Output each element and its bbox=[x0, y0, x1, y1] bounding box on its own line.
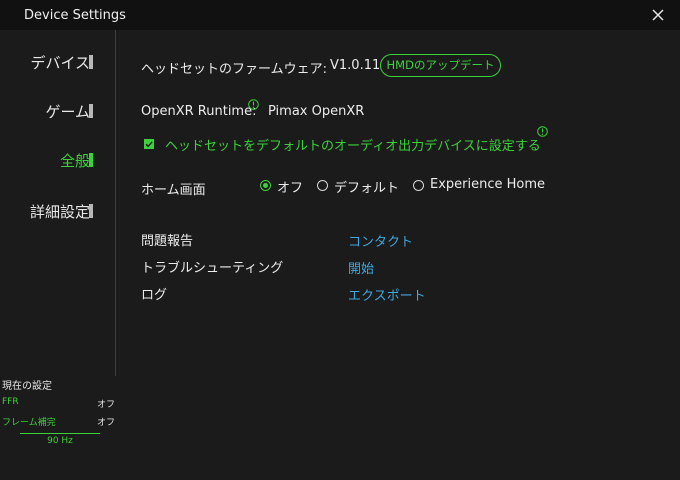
default-audio-checkbox[interactable] bbox=[144, 139, 154, 149]
openxr-value: Pimax OpenXR bbox=[268, 104, 365, 119]
status-row: FFR オフ bbox=[2, 397, 118, 411]
home-screen-label: ホーム画面 bbox=[141, 183, 206, 198]
info-icon[interactable] bbox=[537, 126, 548, 137]
openxr-label: OpenXR Runtime: bbox=[141, 104, 257, 119]
sidebar-item-label: ゲーム bbox=[45, 103, 90, 121]
refresh-rate-divider bbox=[20, 433, 100, 434]
export-link[interactable]: エクスポート bbox=[348, 285, 426, 304]
report-issue-label: 問題報告 bbox=[141, 234, 194, 249]
home-screen-option-experience-home[interactable]: Experience Home bbox=[430, 177, 545, 192]
sidebar-item-label: 全般 bbox=[59, 152, 90, 170]
sidebar-item-general[interactable]: 全般 bbox=[0, 148, 112, 172]
firmware-label: ヘッドセットのファームウェア: bbox=[141, 62, 327, 77]
sidebar-item-device[interactable]: デバイス bbox=[0, 50, 112, 74]
status-key: フレーム補完 bbox=[2, 418, 56, 428]
home-screen-option-off[interactable]: オフ bbox=[277, 177, 303, 196]
sidebar-item-indicator bbox=[89, 104, 93, 118]
sidebar-item-advanced[interactable]: 詳細設定 bbox=[0, 199, 112, 223]
sidebar-item-game[interactable]: ゲーム bbox=[0, 99, 112, 123]
home-screen-option-default[interactable]: デフォルト bbox=[334, 177, 399, 196]
firmware-version: V1.0.11 bbox=[330, 58, 381, 73]
hmd-update-button[interactable]: HMDのアップデート bbox=[380, 54, 501, 77]
refresh-rate: 90 Hz bbox=[47, 436, 73, 446]
close-icon[interactable] bbox=[648, 5, 668, 25]
log-label: ログ bbox=[141, 288, 168, 303]
sidebar-item-label: 詳細設定 bbox=[29, 203, 90, 221]
home-screen-radio-off[interactable] bbox=[260, 180, 271, 191]
default-audio-label[interactable]: ヘッドセットをデフォルトのオーディオ出力デバイスに設定する bbox=[165, 135, 541, 154]
current-settings-panel: 現在の設定 FFR オフ フレーム補完 オフ 90 Hz bbox=[0, 376, 116, 456]
sidebar-item-indicator bbox=[89, 153, 93, 167]
sidebar-item-indicator bbox=[89, 204, 93, 218]
sidebar-item-indicator bbox=[89, 55, 93, 69]
home-screen-radio-experience-home[interactable] bbox=[413, 180, 424, 191]
window-title: Device Settings bbox=[24, 8, 126, 23]
home-screen-radio-default[interactable] bbox=[317, 180, 328, 191]
status-key: FFR bbox=[2, 397, 19, 407]
start-link[interactable]: 開始 bbox=[348, 258, 374, 277]
contact-link[interactable]: コンタクト bbox=[348, 231, 413, 250]
status-value: オフ bbox=[97, 418, 116, 428]
info-icon[interactable] bbox=[248, 99, 259, 110]
title-bar: Device Settings bbox=[0, 0, 680, 30]
status-row: フレーム補完 オフ bbox=[2, 415, 118, 429]
sidebar-item-label: デバイス bbox=[30, 54, 90, 72]
current-settings-heading: 現在の設定 bbox=[2, 381, 52, 392]
troubleshooting-label: トラブルシューティング bbox=[141, 261, 284, 276]
general-settings-panel: ヘッドセットのファームウェア: V1.0.11 HMDのアップデート OpenX… bbox=[116, 30, 680, 480]
status-value: オフ bbox=[97, 400, 116, 410]
